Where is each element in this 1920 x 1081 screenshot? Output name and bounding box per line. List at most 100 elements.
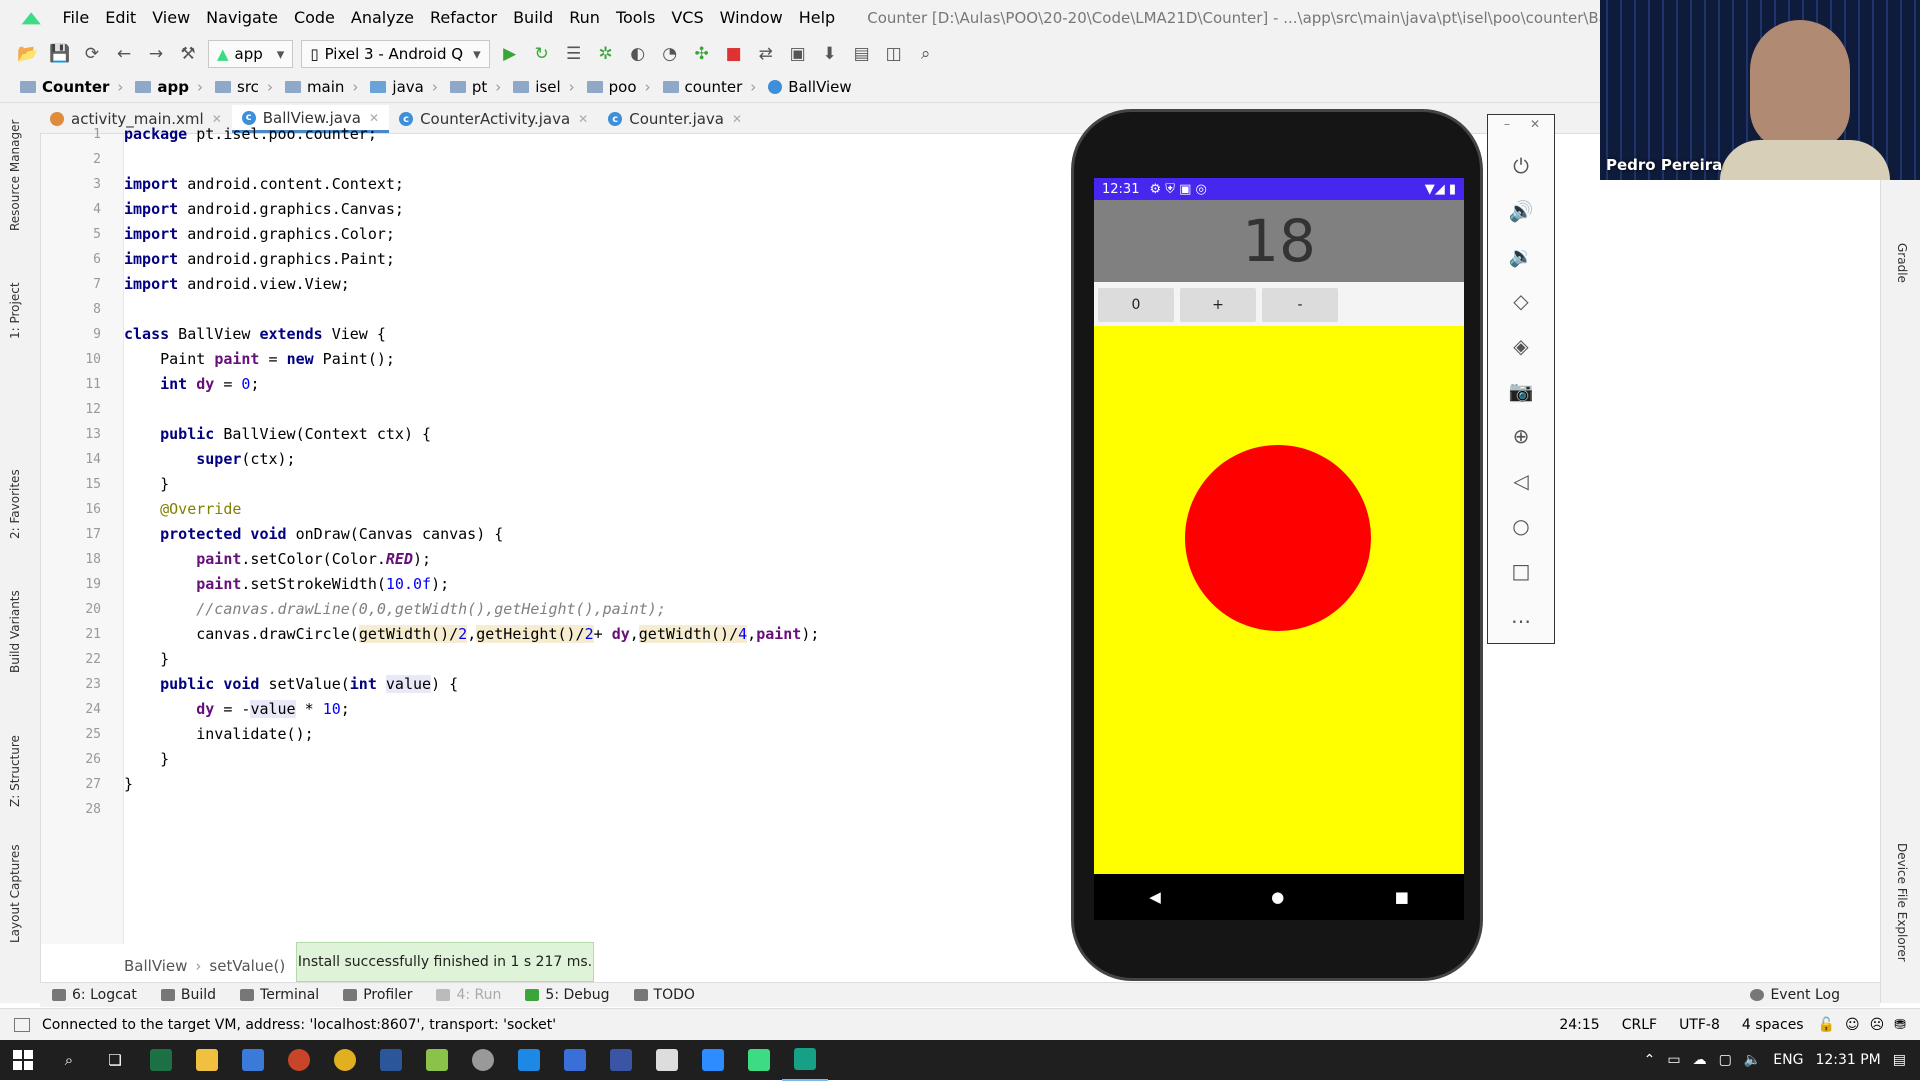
caret-position[interactable]: 24:15 bbox=[1559, 1017, 1599, 1033]
event-log-button[interactable]: Event Log bbox=[1750, 987, 1840, 1003]
onedrive-icon[interactable]: ☁ bbox=[1693, 1052, 1707, 1068]
breadcrumb-item[interactable]: java › bbox=[364, 78, 443, 96]
tool-layout-captures[interactable]: Layout Captures bbox=[8, 844, 22, 943]
excel-icon[interactable] bbox=[138, 1040, 184, 1080]
menu-build[interactable]: Build bbox=[505, 0, 561, 36]
stop-icon[interactable]: ■ bbox=[721, 41, 747, 67]
network-icon[interactable]: ▭ bbox=[1667, 1052, 1680, 1068]
word-icon[interactable] bbox=[368, 1040, 414, 1080]
rotate-right-icon[interactable]: ◈ bbox=[1488, 331, 1554, 361]
debug-icon[interactable]: ✲ bbox=[593, 41, 619, 67]
code-editor[interactable]: package pt.isel.poo.counter; import andr… bbox=[124, 125, 1880, 944]
search-icon[interactable]: ⌕ bbox=[913, 41, 939, 67]
more-icon[interactable]: … bbox=[1488, 601, 1554, 631]
home-icon[interactable]: ○ bbox=[1488, 511, 1554, 541]
hammer-build-icon[interactable]: ⚒ bbox=[175, 41, 201, 67]
tab-profiler[interactable]: Profiler bbox=[343, 987, 412, 1003]
increment-button[interactable]: + bbox=[1180, 288, 1256, 322]
menu-tools[interactable]: Tools bbox=[608, 0, 663, 36]
apply-code-changes-icon[interactable]: ☰ bbox=[561, 41, 587, 67]
breadcrumb-item[interactable]: Counter › bbox=[14, 78, 129, 96]
task-view-icon[interactable]: ❏ bbox=[92, 1040, 138, 1080]
breadcrumb-item[interactable]: BallView bbox=[762, 78, 857, 96]
status-toggle-icon[interactable] bbox=[14, 1018, 30, 1032]
project-structure-icon[interactable]: ▤ bbox=[849, 41, 875, 67]
tab-logcat[interactable]: 6: Logcat bbox=[52, 987, 137, 1003]
volume-up-icon[interactable]: 🔊 bbox=[1488, 196, 1554, 226]
menu-file[interactable]: File bbox=[54, 0, 97, 36]
language-indicator[interactable]: ENG bbox=[1773, 1052, 1803, 1068]
avd-manager-icon[interactable]: ▣ bbox=[785, 41, 811, 67]
module-select[interactable]: ▲ app ▾ bbox=[208, 40, 294, 68]
lock-icon[interactable]: 🔓 bbox=[1818, 1017, 1835, 1033]
tool-structure[interactable]: Z: Structure bbox=[8, 735, 22, 807]
back-icon[interactable]: ◁ bbox=[1488, 466, 1554, 496]
tool-favorites[interactable]: 2: Favorites bbox=[8, 469, 22, 539]
tool-device-file-explorer[interactable]: Device File Explorer bbox=[1895, 843, 1909, 962]
tab-terminal[interactable]: Terminal bbox=[240, 987, 319, 1003]
minimize-icon[interactable]: – bbox=[1504, 117, 1510, 131]
menu-window[interactable]: Window bbox=[712, 0, 791, 36]
save-icon[interactable]: 💾 bbox=[47, 41, 73, 67]
breadcrumb-item[interactable]: isel › bbox=[507, 78, 580, 96]
tool-build-variants[interactable]: Build Variants bbox=[8, 590, 22, 673]
run-icon[interactable]: ▶ bbox=[497, 41, 523, 67]
close-icon[interactable]: ✕ bbox=[732, 112, 742, 126]
windows-start-icon[interactable] bbox=[0, 1040, 46, 1080]
menu-code[interactable]: Code bbox=[286, 0, 343, 36]
crumb-class[interactable]: BallView bbox=[124, 957, 187, 975]
tool-project[interactable]: 1: Project bbox=[8, 282, 22, 339]
store-icon[interactable] bbox=[230, 1040, 276, 1080]
back-triangle-icon[interactable]: ◀ bbox=[1149, 888, 1161, 906]
menu-refactor[interactable]: Refactor bbox=[422, 0, 505, 36]
breadcrumb-item[interactable]: app › bbox=[129, 78, 209, 96]
forward-arrow-icon[interactable]: → bbox=[143, 41, 169, 67]
smile-icon[interactable]: ☺ bbox=[1845, 1017, 1860, 1033]
apply-changes-icon[interactable]: ↻ bbox=[529, 41, 555, 67]
mail-icon[interactable] bbox=[506, 1040, 552, 1080]
tab-run[interactable]: 4: Run bbox=[436, 987, 501, 1003]
file-encoding[interactable]: UTF-8 bbox=[1679, 1017, 1720, 1033]
breadcrumb-item[interactable]: poo › bbox=[581, 78, 657, 96]
calendar-icon[interactable] bbox=[552, 1040, 598, 1080]
android-studio-task-icon[interactable] bbox=[736, 1040, 782, 1080]
menu-navigate[interactable]: Navigate bbox=[198, 0, 286, 36]
clock[interactable]: 12:31 PM bbox=[1815, 1052, 1880, 1068]
notepad-icon[interactable] bbox=[414, 1040, 460, 1080]
power-icon[interactable]: ⏻ bbox=[1488, 151, 1554, 181]
menu-edit[interactable]: Edit bbox=[97, 0, 144, 36]
memory-icon[interactable]: ⛃ bbox=[1894, 1017, 1906, 1033]
photos-icon[interactable] bbox=[644, 1040, 690, 1080]
file-explorer-icon[interactable] bbox=[184, 1040, 230, 1080]
layout-inspector-icon[interactable]: ◫ bbox=[881, 41, 907, 67]
volume-icon[interactable]: 🔈 bbox=[1744, 1052, 1761, 1068]
recents-square-icon[interactable]: ■ bbox=[1395, 888, 1409, 906]
open-folder-icon[interactable]: 📂 bbox=[15, 41, 41, 67]
tool-resource-manager[interactable]: Resource Manager bbox=[8, 120, 22, 231]
powerpoint-icon[interactable] bbox=[276, 1040, 322, 1080]
volume-down-icon[interactable]: 🔉 bbox=[1488, 241, 1554, 271]
coverage-icon[interactable]: ◐ bbox=[625, 41, 651, 67]
decrement-button[interactable]: - bbox=[1262, 288, 1338, 322]
zoom-icon[interactable]: ⊕ bbox=[1488, 421, 1554, 451]
sync-icon[interactable]: ⟳ bbox=[79, 41, 105, 67]
overview-icon[interactable]: □ bbox=[1488, 556, 1554, 586]
device-select[interactable]: ▯ Pixel 3 - Android Q ▾ bbox=[301, 40, 490, 68]
attach-debugger-icon[interactable]: ✣ bbox=[689, 41, 715, 67]
chevron-up-icon[interactable]: ⌃ bbox=[1644, 1052, 1656, 1068]
tab-counter[interactable]: c Counter.java ✕ bbox=[598, 105, 752, 133]
breadcrumb-item[interactable]: counter › bbox=[657, 78, 763, 96]
tab-counteractivity[interactable]: c CounterActivity.java ✕ bbox=[389, 105, 598, 133]
menu-run[interactable]: Run bbox=[561, 0, 608, 36]
rotate-left-icon[interactable]: ◇ bbox=[1488, 286, 1554, 316]
frown-icon[interactable]: ☹ bbox=[1870, 1017, 1885, 1033]
visio-icon[interactable] bbox=[598, 1040, 644, 1080]
search-icon[interactable]: ⌕ bbox=[46, 1040, 92, 1080]
tab-build[interactable]: Build bbox=[160, 987, 216, 1003]
sdk-manager-icon[interactable]: ⬇ bbox=[817, 41, 843, 67]
chrome-icon[interactable] bbox=[322, 1040, 368, 1080]
crumb-method[interactable]: setValue() bbox=[209, 957, 285, 975]
menu-analyze[interactable]: Analyze bbox=[343, 0, 422, 36]
app-icon[interactable] bbox=[460, 1040, 506, 1080]
close-icon[interactable]: ✕ bbox=[578, 112, 588, 126]
